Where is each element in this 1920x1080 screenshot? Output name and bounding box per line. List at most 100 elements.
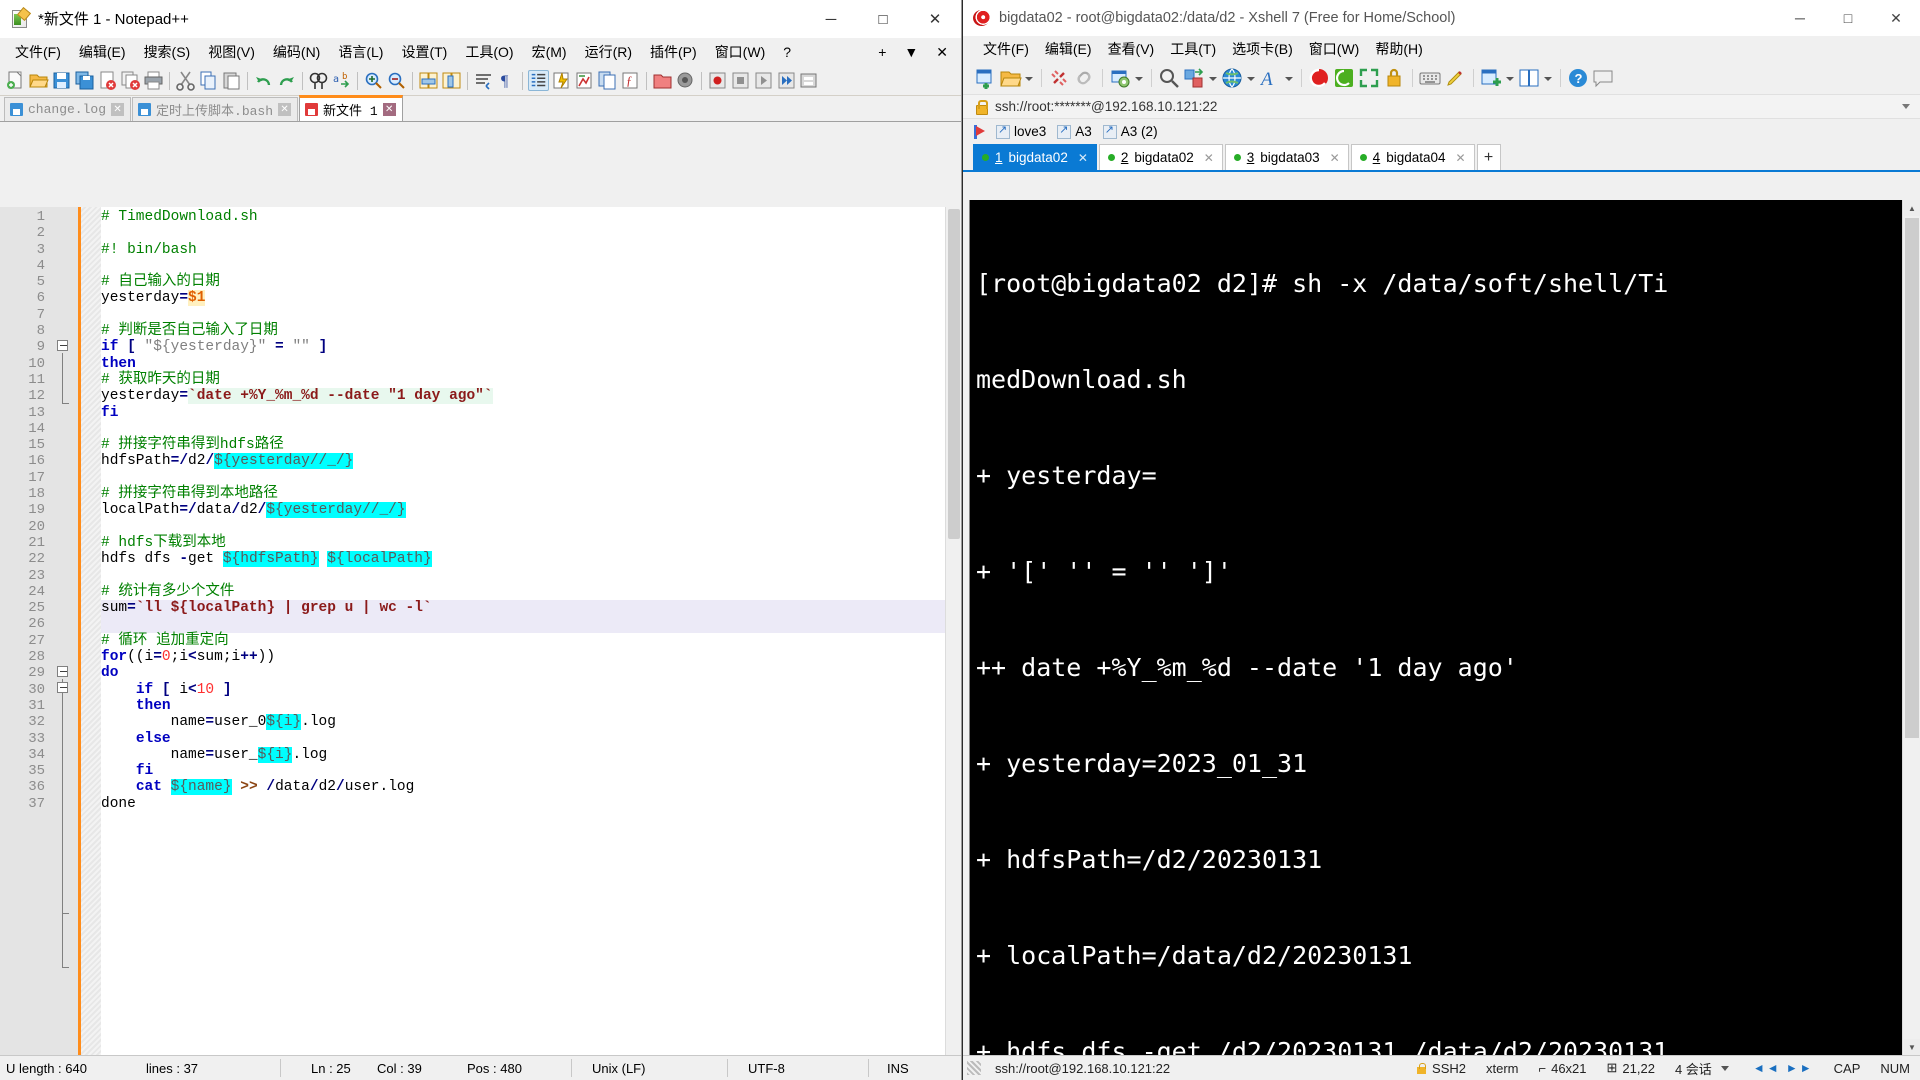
zoom-in-icon[interactable]	[363, 70, 384, 91]
new-tab-icon[interactable]	[1479, 66, 1503, 90]
macro-save-icon[interactable]	[799, 70, 820, 91]
open-file-icon[interactable]	[28, 70, 49, 91]
macro-play-multiple-icon[interactable]	[776, 70, 797, 91]
reconnect-icon[interactable]	[1072, 66, 1096, 90]
transfer-dropdown-icon[interactable]	[1207, 66, 1217, 90]
scrollbar-thumb[interactable]	[1905, 218, 1919, 738]
menu-language[interactable]: 语言(L)	[329, 39, 392, 65]
session-properties-dropdown-icon[interactable]	[1133, 66, 1143, 90]
close-button[interactable]: ✕	[909, 0, 961, 38]
status-nav-arrows[interactable]: ◄◄ ►►	[1743, 1061, 1824, 1075]
fold-margin[interactable]	[52, 207, 78, 1055]
disconnect-icon[interactable]	[1047, 66, 1071, 90]
tab-close-icon[interactable]: ✕	[278, 103, 292, 116]
transfer-files-icon[interactable]	[1182, 66, 1206, 90]
terminal-scrollbar[interactable]: ▲ ▼	[1902, 200, 1920, 1055]
menu-edit[interactable]: 编辑(E)	[1037, 36, 1100, 62]
tab-close-icon[interactable]: ✕	[111, 103, 125, 116]
udl-dialog-icon[interactable]	[551, 70, 572, 91]
scroll-up-arrow-icon[interactable]: ▲	[1904, 200, 1920, 216]
save-all-icon[interactable]	[74, 70, 95, 91]
help-icon[interactable]: ?	[1566, 66, 1590, 90]
minimize-button[interactable]: ─	[805, 0, 857, 38]
monitor-icon[interactable]	[675, 70, 696, 91]
new-session-icon[interactable]	[973, 66, 997, 90]
maximize-button[interactable]: □	[1824, 0, 1872, 36]
font-icon[interactable]: A	[1258, 66, 1282, 90]
menu-tabs[interactable]: 选项卡(B)	[1224, 36, 1301, 62]
menu-edit[interactable]: 编辑(E)	[70, 39, 135, 65]
doc-list-button[interactable]: ▼	[895, 42, 927, 62]
sync-horizontal-scroll-icon[interactable]	[441, 70, 462, 91]
print-icon[interactable]	[143, 70, 164, 91]
folder-workspace-icon[interactable]	[652, 70, 673, 91]
tab-upload-script[interactable]: 定时上传脚本.bash ✕	[132, 97, 299, 121]
session-tab-4-bigdata04[interactable]: 4 bigdata04 ✕	[1350, 144, 1475, 170]
save-icon[interactable]	[51, 70, 72, 91]
replace-icon[interactable]: ab	[331, 70, 352, 91]
find-icon[interactable]	[1157, 66, 1181, 90]
session-tab-3-bigdata03[interactable]: 3 bigdata03 ✕	[1224, 144, 1349, 170]
menu-tools[interactable]: 工具(O)	[456, 39, 522, 65]
menu-view[interactable]: 视图(V)	[199, 39, 264, 65]
lock-icon[interactable]	[1382, 66, 1406, 90]
new-file-icon[interactable]	[5, 70, 26, 91]
paste-icon[interactable]	[221, 70, 242, 91]
macro-play-icon[interactable]	[753, 70, 774, 91]
tab-close-icon[interactable]: ✕	[1330, 151, 1340, 165]
session-tab-2-bigdata02[interactable]: 2 bigdata02 ✕	[1098, 144, 1223, 170]
doc-list-icon[interactable]	[597, 70, 618, 91]
close-file-icon[interactable]	[97, 70, 118, 91]
find-icon[interactable]	[308, 70, 329, 91]
tab-new-file-1[interactable]: 新文件 1 ✕	[299, 95, 403, 121]
scroll-down-arrow-icon[interactable]: ▼	[1904, 1039, 1920, 1055]
new-doc-button[interactable]: +	[869, 42, 895, 62]
fullscreen-icon[interactable]	[1357, 66, 1381, 90]
split-dropdown-icon[interactable]	[1542, 66, 1552, 90]
xftp-session-icon[interactable]	[1332, 66, 1356, 90]
macro-record-icon[interactable]	[707, 70, 728, 91]
feedback-icon[interactable]	[1591, 66, 1615, 90]
close-button[interactable]: ✕	[1872, 0, 1920, 36]
code-editor[interactable]: 1234 5678 9 10 11 12 13 14 15 16 17 18 19 20 21 22…	[0, 207, 961, 1055]
session-properties-icon[interactable]	[1108, 66, 1132, 90]
xshell-session-icon[interactable]	[1307, 66, 1331, 90]
highlight-icon[interactable]	[1443, 66, 1467, 90]
font-dropdown-icon[interactable]	[1283, 66, 1293, 90]
show-all-chars-icon[interactable]: ¶	[496, 70, 517, 91]
menu-run[interactable]: 运行(R)	[576, 39, 641, 65]
status-session-count[interactable]: 4 会话	[1665, 1059, 1743, 1078]
copy-icon[interactable]	[198, 70, 219, 91]
menu-file[interactable]: 文件(F)	[975, 36, 1037, 62]
undo-icon[interactable]	[253, 70, 274, 91]
redo-icon[interactable]	[276, 70, 297, 91]
menu-window[interactable]: 窗口(W)	[706, 39, 775, 65]
doc-map-icon[interactable]	[574, 70, 595, 91]
chevron-down-icon[interactable]	[1902, 104, 1910, 109]
zoom-out-icon[interactable]	[386, 70, 407, 91]
editor-vertical-scrollbar[interactable]	[945, 207, 961, 1055]
code-text[interactable]: # TimedDownload.sh #! bin/bash # 自己输入的日期…	[101, 207, 961, 1055]
terminal-output[interactable]: [root@bigdata02 d2]# sh -x /data/soft/sh…	[969, 200, 1902, 1055]
menu-help[interactable]: ?	[774, 41, 800, 63]
new-tab-dropdown-icon[interactable]	[1504, 66, 1514, 90]
maximize-button[interactable]: □	[857, 0, 909, 38]
tab-close-icon[interactable]: ✕	[382, 103, 396, 116]
cut-icon[interactable]	[175, 70, 196, 91]
function-list-icon[interactable]: ƒ	[620, 70, 641, 91]
menu-tools[interactable]: 工具(T)	[1162, 36, 1224, 62]
sync-vertical-scroll-icon[interactable]	[418, 70, 439, 91]
open-session-icon[interactable]	[998, 66, 1022, 90]
close-doc-button[interactable]: ✕	[927, 42, 957, 63]
session-tab-1-bigdata02[interactable]: 1 bigdata02 ✕	[973, 144, 1097, 170]
menu-settings[interactable]: 设置(T)	[392, 39, 456, 65]
scrollbar-thumb[interactable]	[948, 209, 960, 539]
xshell-address-bar[interactable]: ssh://root:*******@192.168.10.121:22	[963, 94, 1920, 119]
menu-encoding[interactable]: 编码(N)	[264, 39, 329, 65]
globe-icon[interactable]	[1220, 66, 1244, 90]
tab-close-icon[interactable]: ✕	[1078, 151, 1088, 165]
tab-close-icon[interactable]: ✕	[1204, 151, 1214, 165]
open-session-dropdown-icon[interactable]	[1023, 66, 1033, 90]
macro-stop-icon[interactable]	[730, 70, 751, 91]
menu-view[interactable]: 查看(V)	[1100, 36, 1163, 62]
